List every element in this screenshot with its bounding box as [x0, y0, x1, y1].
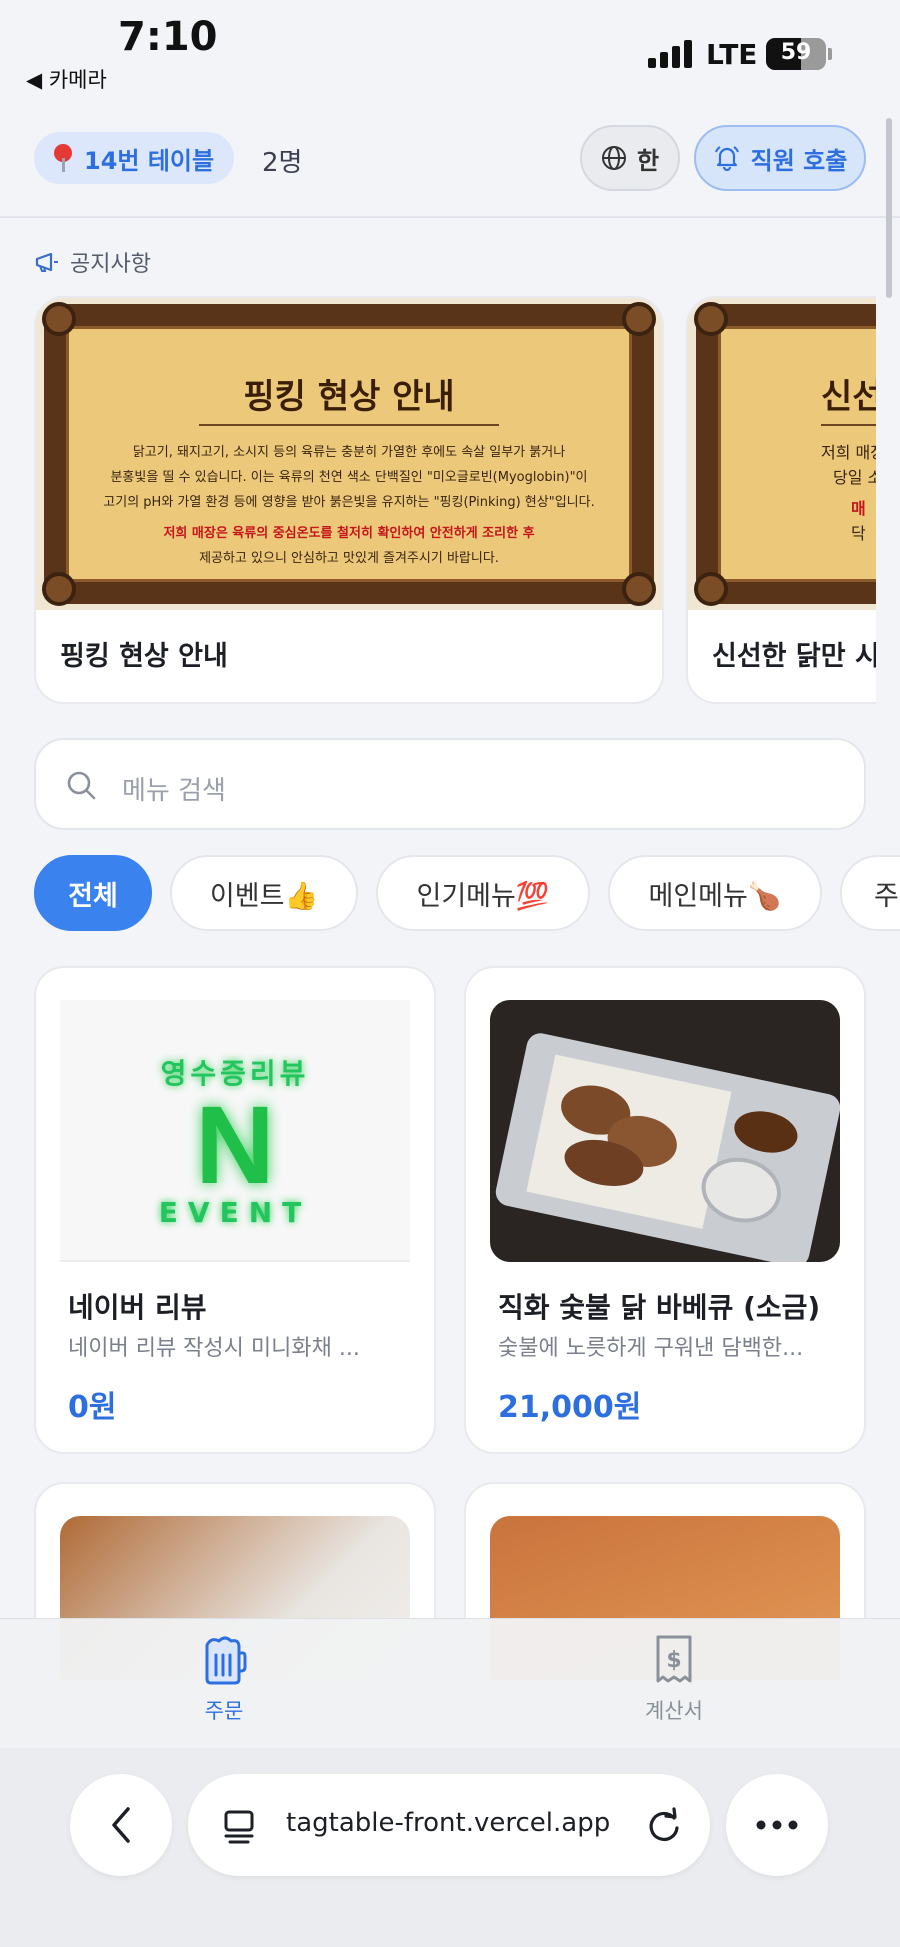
language-button[interactable]: 한	[580, 125, 680, 191]
poster-ornament	[199, 424, 499, 426]
search-input[interactable]: 메뉴 검색	[34, 738, 866, 830]
menu-name: 직화 숯불 닭 바베큐 (소금)	[498, 1291, 821, 1324]
category-tab-next[interactable]: 주	[840, 855, 900, 931]
notice-card-title: 핑킹 현상 안내	[60, 641, 228, 672]
more-dots-icon	[756, 1820, 798, 1830]
category-tab-popular[interactable]: 인기메뉴💯	[376, 855, 590, 931]
tray-shape	[493, 1030, 840, 1262]
status-time: 7:10	[118, 14, 218, 60]
reload-icon[interactable]	[644, 1806, 684, 1846]
menu-card-naver-review[interactable]: 영수증리뷰 N EVENT 네이버 리뷰 네이버 리뷰 작성시 미니화채 ...…	[34, 966, 436, 1454]
search-icon	[67, 771, 96, 800]
url-text: tagtable-front.vercel.app	[286, 1808, 611, 1838]
battery-tip	[828, 48, 832, 60]
notice-section-header: 공지사항	[34, 246, 151, 278]
pin-icon	[52, 144, 74, 172]
frame-knob	[622, 302, 656, 336]
battery-icon: 59	[766, 38, 826, 70]
bell-icon	[714, 146, 739, 172]
notice-card[interactable]: 신선 저희 매장 당일 소 매 닥 신선한 닭만 시	[686, 296, 876, 704]
svg-text:$: $	[666, 1648, 681, 1673]
table-number-chip: 14번 테이블	[34, 132, 235, 184]
naver-review-event-image: 영수증리뷰 N EVENT	[60, 1000, 410, 1262]
poster-title: 신선	[821, 377, 876, 417]
chevron-left-icon	[112, 1807, 130, 1843]
menu-description: 네이버 리뷰 작성시 미니화채 ...	[68, 1336, 360, 1361]
beer-mug-icon	[205, 1636, 247, 1685]
back-to-app-link[interactable]: ◀ 카메라	[26, 64, 107, 94]
receipt-icon: $	[656, 1635, 692, 1683]
category-tab-all[interactable]: 전체	[34, 855, 152, 931]
poster-line: 당일 소	[833, 468, 876, 487]
category-tab-event[interactable]: 이벤트👍	[170, 855, 358, 931]
frame-knob	[694, 572, 728, 606]
category-tabs: 전체 이벤트👍 인기메뉴💯 메인메뉴🍗 주	[0, 855, 900, 933]
language-label: 한	[636, 146, 660, 175]
tab-order[interactable]: 주문	[124, 1635, 324, 1725]
poster-line: 고기의 pH와 가열 환경 등에 영향을 받아 붉은빛을 유지하는 "핑킹(Pi…	[103, 495, 595, 510]
search-placeholder: 메뉴 검색	[122, 776, 226, 806]
status-bar: 7:10 ◀ 카메라 LTE 59	[0, 0, 900, 100]
notice-card[interactable]: 핑킹 현상 안내 닭고기, 돼지고기, 소시지 등의 육류는 충분히 가열한 후…	[34, 296, 664, 704]
browser-toolbar: tagtable-front.vercel.app	[0, 1748, 900, 1947]
poster-title: 핑킹 현상 안내	[243, 377, 455, 417]
menu-card-charcoal-chicken-salt[interactable]: 직화 숯불 닭 바베큐 (소금) 숯불에 노릇하게 구워낸 담백한... 21,…	[464, 966, 866, 1454]
battery-percent: 59	[780, 40, 812, 65]
table-label: 14번 테이블	[84, 146, 215, 175]
category-tab-main[interactable]: 메인메뉴🍗	[608, 855, 822, 931]
menu-price: 21,000원	[498, 1390, 642, 1425]
more-options-button[interactable]	[726, 1774, 828, 1876]
poster-line: 닭고기, 돼지고기, 소시지 등의 육류는 충분히 가열한 후에도 속살 일부가…	[132, 445, 566, 460]
frame-knob	[694, 302, 728, 336]
notice-section-title: 공지사항	[70, 252, 151, 277]
poster-line: 저희 매장	[821, 443, 876, 462]
poster-red-line: 저희 매장은 육류의 중심온도를 철저히 확인하여 안전하게 조리한 후	[163, 526, 535, 541]
browser-back-button[interactable]	[70, 1774, 172, 1876]
poster-line: 닥	[851, 524, 866, 543]
menu-description: 숯불에 노릇하게 구워낸 담백한...	[498, 1336, 804, 1361]
grilled-chicken-photo	[490, 1000, 840, 1262]
network-type: LTE	[706, 38, 758, 71]
staff-call-button[interactable]: 직원 호출	[694, 125, 866, 191]
header-divider	[0, 216, 900, 218]
page-scrollbar[interactable]	[886, 118, 892, 298]
frame-knob	[622, 572, 656, 606]
menu-price: 0원	[68, 1390, 117, 1425]
image-bottom-text: EVENT	[158, 1196, 312, 1229]
guest-count: 2명	[262, 148, 303, 178]
address-bar[interactable]: tagtable-front.vercel.app	[188, 1774, 710, 1876]
naver-logo-letter: N	[195, 1084, 275, 1207]
notice-card-title: 신선한 닭만 시	[712, 641, 876, 672]
tabs-icon	[224, 1810, 254, 1844]
tab-order-label: 주문	[204, 1699, 244, 1723]
tab-bill-label: 계산서	[645, 1699, 703, 1723]
poster-line: 제공하고 있으니 안심하고 맛있게 즐겨주시기 바랍니다.	[199, 551, 499, 566]
poster-line: 분홍빛을 띨 수 있습니다. 이는 육류의 천연 색소 단백질인 "미오글로빈(…	[110, 470, 588, 485]
globe-icon	[601, 146, 626, 170]
notice-poster-image: 핑킹 현상 안내 닭고기, 돼지고기, 소시지 등의 육류는 충분히 가열한 후…	[36, 298, 662, 610]
notice-carousel[interactable]: 핑킹 현상 안내 닭고기, 돼지고기, 소시지 등의 육류는 충분히 가열한 후…	[0, 296, 876, 706]
frame-knob	[42, 302, 76, 336]
signal-icon	[648, 40, 694, 68]
bottom-tab-bar: 주문 $ 계산서	[0, 1618, 900, 1748]
poster-ornament	[821, 424, 876, 426]
menu-name: 네이버 리뷰	[68, 1291, 207, 1324]
poster-red-line: 매	[851, 499, 866, 518]
megaphone-icon	[35, 252, 58, 272]
frame-knob	[42, 572, 76, 606]
staff-call-label: 직원 호출	[750, 146, 848, 175]
notice-poster-image: 신선 저희 매장 당일 소 매 닥	[688, 298, 876, 610]
tab-bill[interactable]: $ 계산서	[574, 1635, 774, 1725]
